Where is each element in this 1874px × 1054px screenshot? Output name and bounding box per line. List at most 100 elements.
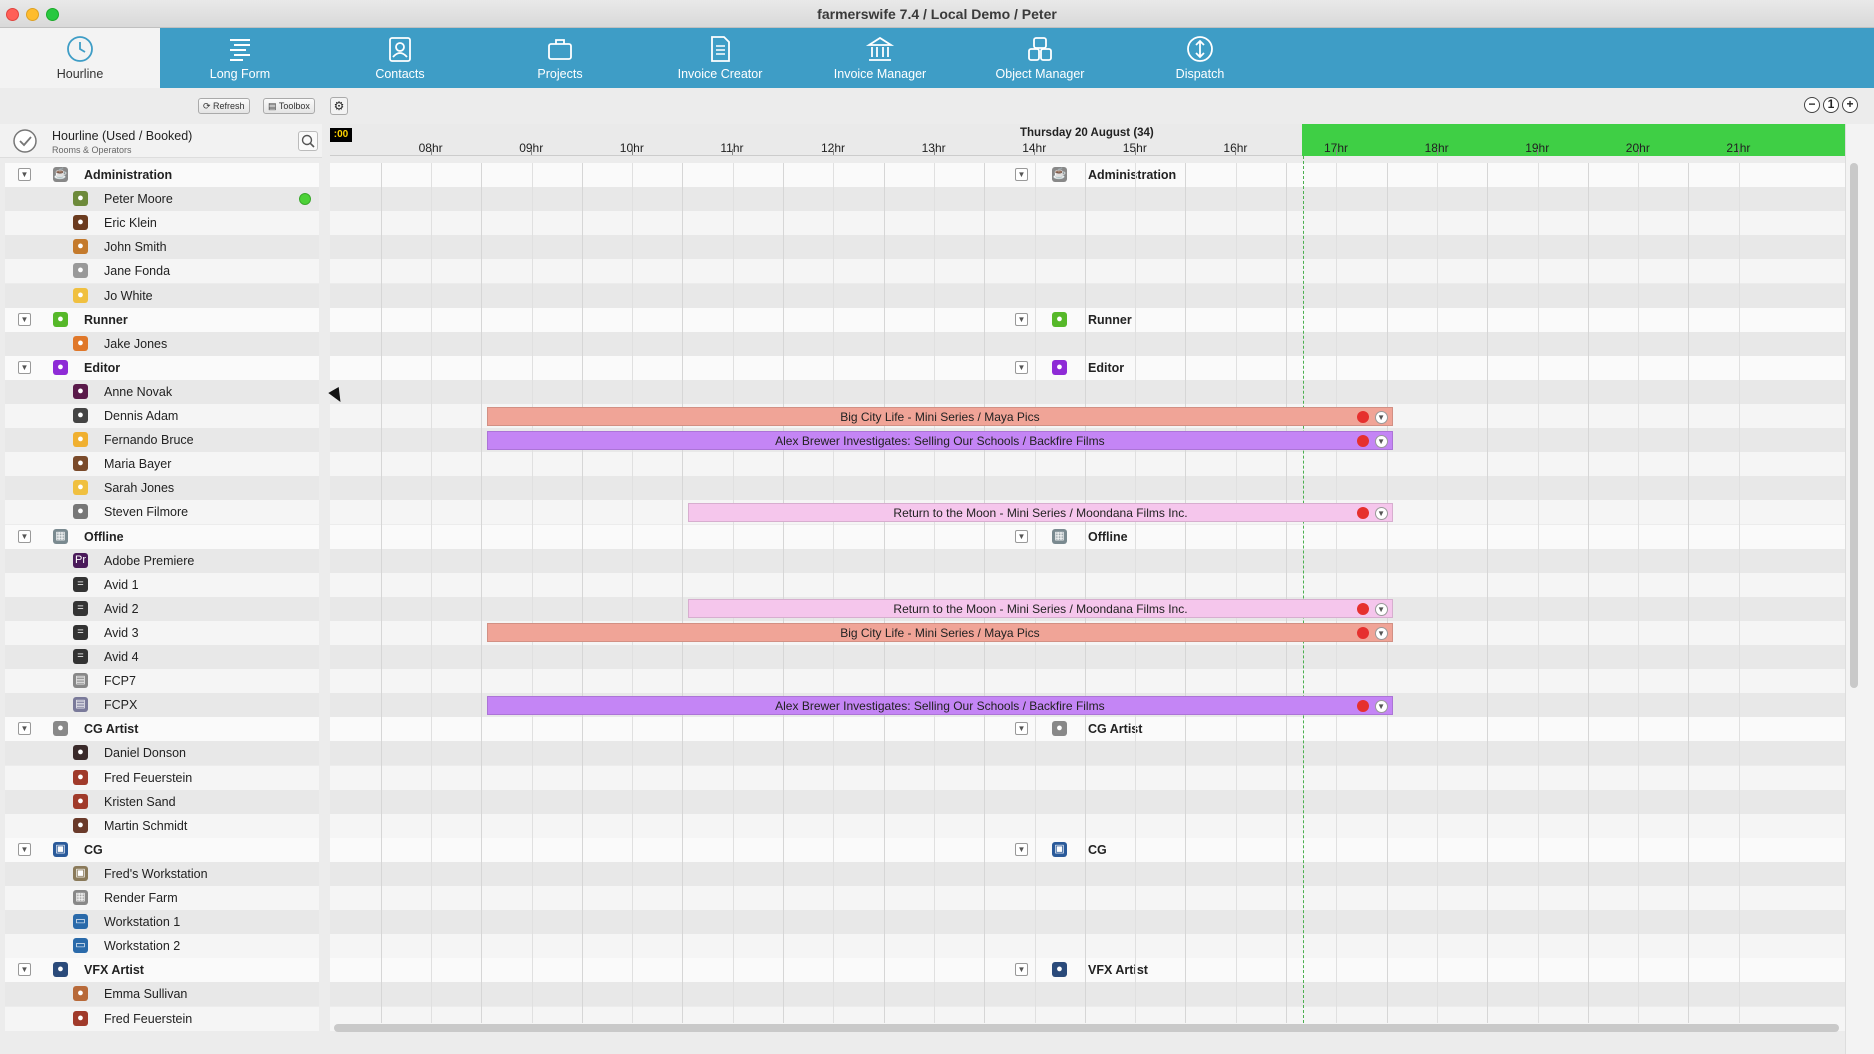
group-row-vfx-artist[interactable]: ▼ ▼ ● VFX Artist ● VFX Artist xyxy=(0,958,1874,983)
collapse-toggle-icon[interactable]: ▼ xyxy=(18,168,31,181)
collapse-toggle-icon[interactable]: ▼ xyxy=(18,842,31,856)
resource-row-peter-moore[interactable]: ● Peter Moore xyxy=(0,187,1874,212)
row-timeline-bg[interactable] xyxy=(330,572,1845,597)
collapse-toggle-icon[interactable]: ▼ xyxy=(18,963,31,977)
resource-row-anne-novak[interactable]: ● Anne Novak xyxy=(0,379,1874,404)
booking-menu-chevron-icon[interactable]: ▼ xyxy=(1374,410,1388,424)
row-timeline-bg[interactable] xyxy=(330,982,1845,1007)
booking-menu-chevron-icon[interactable]: ▼ xyxy=(1374,603,1388,617)
resource-row-fred-s-workstation[interactable]: ▣ Fred's Workstation xyxy=(0,861,1874,886)
vertical-scrollbar[interactable] xyxy=(1850,163,1858,688)
row-timeline-bg[interactable] xyxy=(330,259,1845,284)
hourline-clock-icon[interactable] xyxy=(12,128,38,154)
group-dropdown-icon[interactable]: ▼ xyxy=(1015,360,1028,374)
booking-bar[interactable]: Alex Brewer Investigates: Selling Our Sc… xyxy=(487,430,1393,450)
zoom-out-button[interactable]: − xyxy=(1804,97,1820,113)
row-timeline-bg[interactable] xyxy=(330,813,1845,838)
booking-bar[interactable]: Alex Brewer Investigates: Selling Our Sc… xyxy=(487,695,1393,715)
resource-row-jake-jones[interactable]: ● Jake Jones xyxy=(0,331,1874,356)
group-dropdown-icon[interactable]: ▼ xyxy=(1015,842,1028,856)
resource-row-jane-fonda[interactable]: ● Jane Fonda xyxy=(0,259,1874,284)
resource-row-workstation-1[interactable]: ▭ Workstation 1 xyxy=(0,910,1874,935)
group-row-cg[interactable]: ▼ ▼ ▣ CG ▣ CG xyxy=(0,837,1874,862)
toolbox-button[interactable]: ▤ Toolbox xyxy=(263,98,315,114)
booking-status-icon[interactable] xyxy=(1356,699,1369,712)
group-dropdown-icon[interactable]: ▼ xyxy=(1015,168,1028,181)
group-row-cg-artist[interactable]: ▼ ▼ ● CG Artist ● CG Artist xyxy=(0,717,1874,742)
tab-long-form[interactable]: Long Form xyxy=(160,28,320,88)
row-timeline-bg[interactable] xyxy=(330,211,1845,236)
row-timeline-bg[interactable] xyxy=(330,669,1845,694)
booking-menu-chevron-icon[interactable]: ▼ xyxy=(1374,506,1388,520)
booking-bar[interactable]: Return to the Moon - Mini Series / Moond… xyxy=(688,599,1393,619)
zoom-in-button[interactable]: + xyxy=(1842,97,1858,113)
collapse-toggle-icon[interactable]: ▼ xyxy=(18,312,31,326)
row-timeline-bg[interactable] xyxy=(330,910,1845,935)
row-timeline-bg[interactable] xyxy=(330,452,1845,477)
row-timeline-bg[interactable] xyxy=(330,476,1845,501)
resource-row-jo-white[interactable]: ● Jo White xyxy=(0,283,1874,308)
booking-bar[interactable]: Big City Life - Mini Series / Maya Pics ▼ xyxy=(487,623,1393,643)
group-dropdown-icon[interactable]: ▼ xyxy=(1015,722,1028,736)
search-button[interactable] xyxy=(298,131,318,151)
resource-row-avid-4[interactable]: = Avid 4 xyxy=(0,645,1874,669)
resource-row-adobe-premiere[interactable]: Pr Adobe Premiere xyxy=(0,548,1874,573)
resource-row-workstation-2[interactable]: ▭ Workstation 2 xyxy=(0,934,1874,959)
horizontal-scrollbar[interactable] xyxy=(334,1024,1839,1032)
row-timeline-bg[interactable] xyxy=(330,645,1845,669)
group-row-editor[interactable]: ▼ ▼ ● Editor ● Editor xyxy=(0,355,1874,380)
resource-row-maria-bayer[interactable]: ● Maria Bayer xyxy=(0,452,1874,477)
row-timeline-bg[interactable] xyxy=(330,187,1845,212)
group-row-administration[interactable]: ▼ ▼ ☕ Administration ☕ Administration xyxy=(0,163,1874,187)
group-dropdown-icon[interactable]: ▼ xyxy=(1015,529,1028,543)
tab-dispatch[interactable]: Dispatch xyxy=(1120,28,1280,88)
row-timeline-bg[interactable] xyxy=(330,235,1845,260)
resource-row-emma-sullivan[interactable]: ● Emma Sullivan xyxy=(0,982,1874,1007)
row-timeline-bg[interactable] xyxy=(330,934,1845,959)
row-timeline-bg[interactable] xyxy=(330,331,1845,356)
group-dropdown-icon[interactable]: ▼ xyxy=(1015,963,1028,977)
resource-row-daniel-donson[interactable]: ● Daniel Donson xyxy=(0,741,1874,766)
tab-invoice-manager[interactable]: Invoice Manager xyxy=(800,28,960,88)
resource-row-eric-klein[interactable]: ● Eric Klein xyxy=(0,211,1874,236)
row-timeline-bg[interactable] xyxy=(330,379,1845,404)
booking-menu-chevron-icon[interactable]: ▼ xyxy=(1374,627,1388,641)
tab-contacts[interactable]: Contacts xyxy=(320,28,480,88)
booking-status-icon[interactable] xyxy=(1356,627,1369,640)
tab-object-manager[interactable]: Object Manager xyxy=(960,28,1120,88)
row-timeline-bg[interactable] xyxy=(330,789,1845,814)
tab-hourline[interactable]: Hourline xyxy=(0,28,160,90)
settings-gear-icon[interactable]: ⚙ xyxy=(330,97,348,115)
resource-row-kristen-sand[interactable]: ● Kristen Sand xyxy=(0,789,1874,814)
resource-row-fred-feuerstein[interactable]: ● Fred Feuerstein xyxy=(0,765,1874,790)
row-timeline-bg[interactable] xyxy=(330,741,1845,766)
collapse-toggle-icon[interactable]: ▼ xyxy=(18,360,31,374)
booking-bar[interactable]: Big City Life - Mini Series / Maya Pics ▼ xyxy=(487,406,1393,426)
booking-bar[interactable]: Return to the Moon - Mini Series / Moond… xyxy=(688,502,1393,522)
booking-status-icon[interactable] xyxy=(1356,603,1369,616)
tab-projects[interactable]: Projects xyxy=(480,28,640,88)
booking-status-icon[interactable] xyxy=(1356,434,1369,447)
group-row-offline[interactable]: ▼ ▼ ▦ Offline ▦ Offline xyxy=(0,524,1874,549)
zoom-reset-button[interactable]: 1 xyxy=(1823,97,1839,113)
resource-row-render-farm[interactable]: ▦ Render Farm xyxy=(0,886,1874,910)
row-timeline-bg[interactable] xyxy=(330,861,1845,886)
tab-invoice-creator[interactable]: Invoice Creator xyxy=(640,28,800,88)
group-dropdown-icon[interactable]: ▼ xyxy=(1015,312,1028,326)
row-timeline-bg[interactable] xyxy=(330,765,1845,790)
resource-row-martin-schmidt[interactable]: ● Martin Schmidt xyxy=(0,813,1874,838)
row-timeline-bg[interactable] xyxy=(330,886,1845,910)
collapse-toggle-icon[interactable]: ▼ xyxy=(18,722,31,736)
resource-row-avid-1[interactable]: = Avid 1 xyxy=(0,572,1874,597)
resource-row-fcp7[interactable]: ▤ FCP7 xyxy=(0,669,1874,694)
row-timeline-bg[interactable] xyxy=(330,548,1845,573)
booking-menu-chevron-icon[interactable]: ▼ xyxy=(1374,434,1388,448)
booking-status-icon[interactable] xyxy=(1356,506,1369,519)
resource-row-john-smith[interactable]: ● John Smith xyxy=(0,235,1874,260)
row-timeline-bg[interactable] xyxy=(330,283,1845,308)
current-time-marker[interactable]: :00 xyxy=(330,128,352,142)
booking-menu-chevron-icon[interactable]: ▼ xyxy=(1374,699,1388,713)
resource-row-sarah-jones[interactable]: ● Sarah Jones xyxy=(0,476,1874,501)
booking-status-icon[interactable] xyxy=(1356,410,1369,423)
refresh-button[interactable]: ⟳ Refresh xyxy=(198,98,250,114)
